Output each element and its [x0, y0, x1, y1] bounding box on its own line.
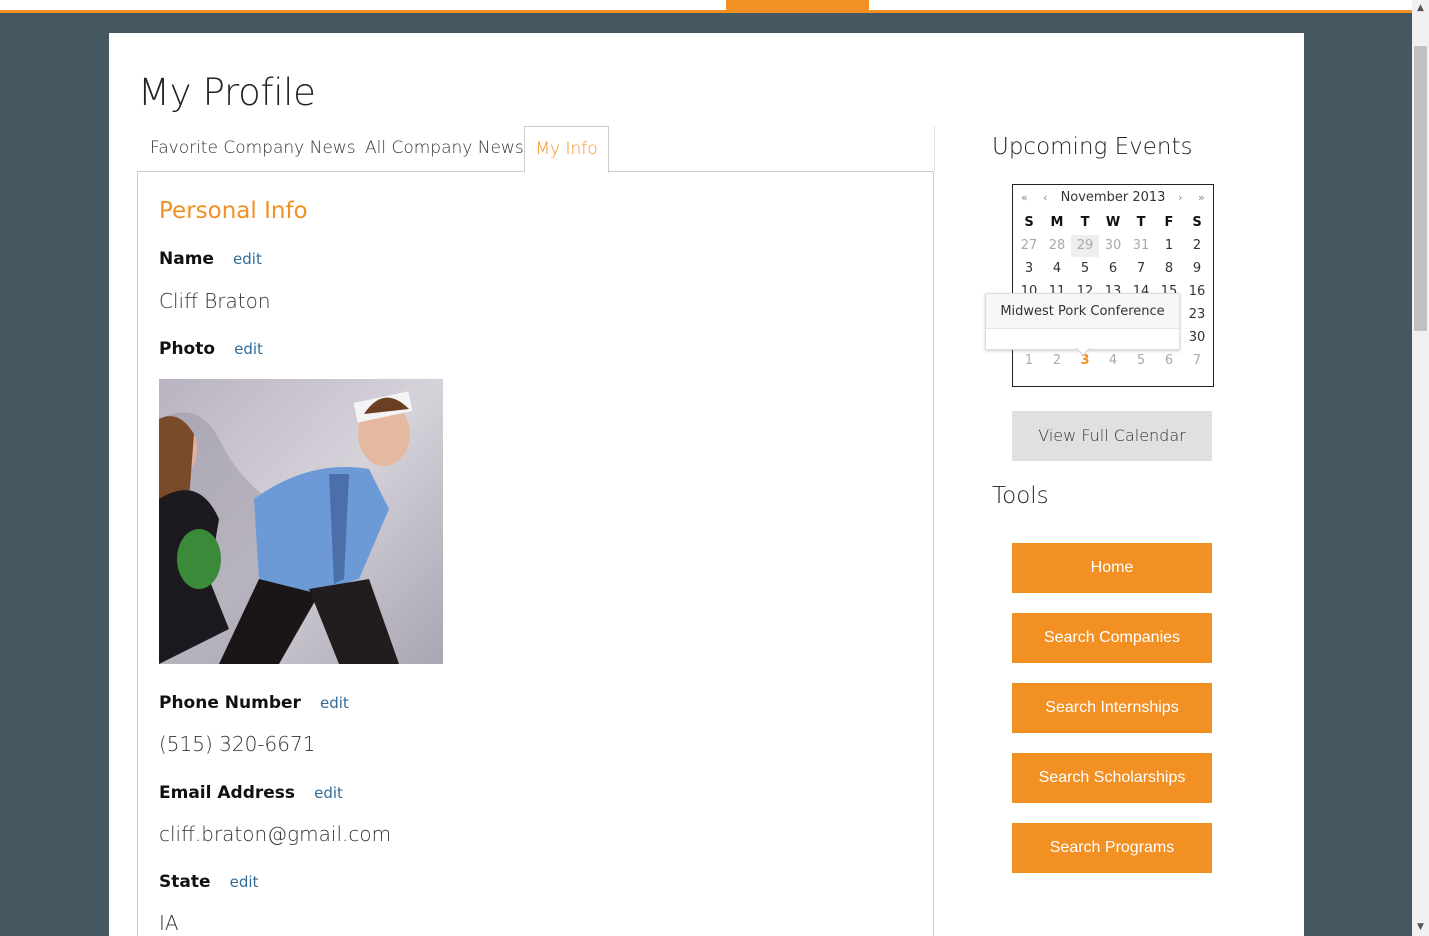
calendar-day[interactable]: 5: [1071, 258, 1099, 280]
calendar-day[interactable]: 23: [1183, 304, 1211, 326]
photo-field: Photo edit: [159, 339, 263, 359]
weekday-header: T: [1080, 215, 1090, 230]
home-button[interactable]: Home: [1012, 543, 1212, 593]
calendar-day[interactable]: 4: [1043, 258, 1071, 280]
page-scrollbar[interactable]: ▲ ▼: [1412, 0, 1429, 936]
calendar-day[interactable]: 7: [1127, 258, 1155, 280]
edit-photo-link[interactable]: edit: [234, 340, 263, 358]
calendar-day[interactable]: 9: [1183, 258, 1211, 280]
calendar-header: « ‹ November 2013 › »: [1013, 185, 1213, 211]
calendar-day[interactable]: 30: [1183, 327, 1211, 349]
calendar-day[interactable]: 28: [1043, 235, 1071, 257]
weekday-header: S: [1024, 215, 1034, 230]
calendar-day[interactable]: 5: [1127, 350, 1155, 372]
calendar-day[interactable]: 6: [1155, 350, 1183, 372]
events-calendar: « ‹ November 2013 › » S M T W T F S 27 28 29 30 31 1…: [1012, 184, 1214, 387]
scroll-down-icon[interactable]: ▼: [1412, 919, 1429, 936]
calendar-day[interactable]: 6: [1099, 258, 1127, 280]
email-value: cliff.braton@gmail.com: [159, 822, 392, 846]
tooltip-arrow: [1075, 347, 1091, 356]
weekday-header: W: [1105, 215, 1121, 230]
tab-all-company-news[interactable]: All Company News: [365, 126, 524, 171]
email-label: Email Address: [159, 783, 296, 803]
scrollbar-thumb[interactable]: [1414, 46, 1427, 331]
tools-title: Tools: [992, 483, 1049, 509]
profile-tabs: Favorite Company News All Company News M…: [137, 126, 934, 173]
event-tooltip: Midwest Pork Conference: [985, 293, 1180, 356]
tab-favorite-company-news[interactable]: Favorite Company News: [150, 126, 356, 171]
calendar-day[interactable]: 3: [1015, 258, 1043, 280]
page-title: My Profile: [138, 71, 316, 114]
edit-email-link[interactable]: edit: [314, 784, 343, 802]
scroll-up-icon[interactable]: ▲: [1412, 0, 1429, 17]
my-info-panel: Personal Info Name edit Cliff Braton Pho…: [137, 171, 934, 936]
upcoming-events-title: Upcoming Events: [992, 134, 1193, 160]
tabs-divider: [934, 126, 935, 171]
calendar-day[interactable]: 30: [1099, 235, 1127, 257]
weekday-header: F: [1164, 215, 1174, 230]
calendar-day[interactable]: 16: [1183, 281, 1211, 303]
calendar-day[interactable]: 1: [1015, 350, 1043, 372]
page-container: My Profile Favorite Company News All Com…: [109, 33, 1304, 936]
next-month-icon[interactable]: ›: [1178, 191, 1182, 204]
profile-photo: [159, 379, 443, 664]
event-tooltip-text[interactable]: Midwest Pork Conference: [986, 294, 1179, 329]
calendar-day[interactable]: 4: [1099, 350, 1127, 372]
search-programs-button[interactable]: Search Programs: [1012, 823, 1212, 873]
profile-photo-image: [159, 379, 443, 664]
calendar-month-label[interactable]: November 2013: [1013, 190, 1213, 205]
view-full-calendar-button[interactable]: View Full Calendar: [1012, 411, 1212, 461]
edit-name-link[interactable]: edit: [233, 250, 262, 268]
top-nav-underline: [0, 10, 1412, 13]
tab-my-info[interactable]: My Info: [524, 126, 609, 173]
photo-label: Photo: [159, 339, 216, 359]
edit-state-link[interactable]: edit: [230, 873, 259, 891]
calendar-day[interactable]: 31: [1127, 235, 1155, 257]
calendar-day[interactable]: 29: [1071, 235, 1099, 257]
name-value: Cliff Braton: [159, 289, 271, 313]
calendar-day[interactable]: 27: [1015, 235, 1043, 257]
email-field: Email Address edit: [159, 783, 343, 803]
state-value: IA: [159, 911, 179, 935]
state-label: State: [159, 872, 211, 892]
calendar-day[interactable]: 1: [1155, 235, 1183, 257]
calendar-day[interactable]: 2: [1183, 235, 1211, 257]
name-label: Name: [159, 249, 214, 269]
section-title: Personal Info: [159, 198, 308, 224]
calendar-day[interactable]: 7: [1183, 350, 1211, 372]
calendar-day[interactable]: 2: [1043, 350, 1071, 372]
phone-value: (515) 320-6671: [159, 732, 316, 756]
top-nav-bar: [0, 0, 1412, 13]
phone-field: Phone Number edit: [159, 693, 349, 713]
calendar-day[interactable]: 8: [1155, 258, 1183, 280]
weekday-header: T: [1136, 215, 1146, 230]
weekday-header: S: [1192, 215, 1202, 230]
next-year-icon[interactable]: »: [1198, 191, 1205, 204]
phone-label: Phone Number: [159, 693, 301, 713]
search-companies-button[interactable]: Search Companies: [1012, 613, 1212, 663]
state-field: State edit: [159, 872, 258, 892]
edit-phone-link[interactable]: edit: [320, 694, 349, 712]
weekday-header: M: [1050, 215, 1064, 230]
name-field: Name edit: [159, 249, 262, 269]
search-scholarships-button[interactable]: Search Scholarships: [1012, 753, 1212, 803]
search-internships-button[interactable]: Search Internships: [1012, 683, 1212, 733]
